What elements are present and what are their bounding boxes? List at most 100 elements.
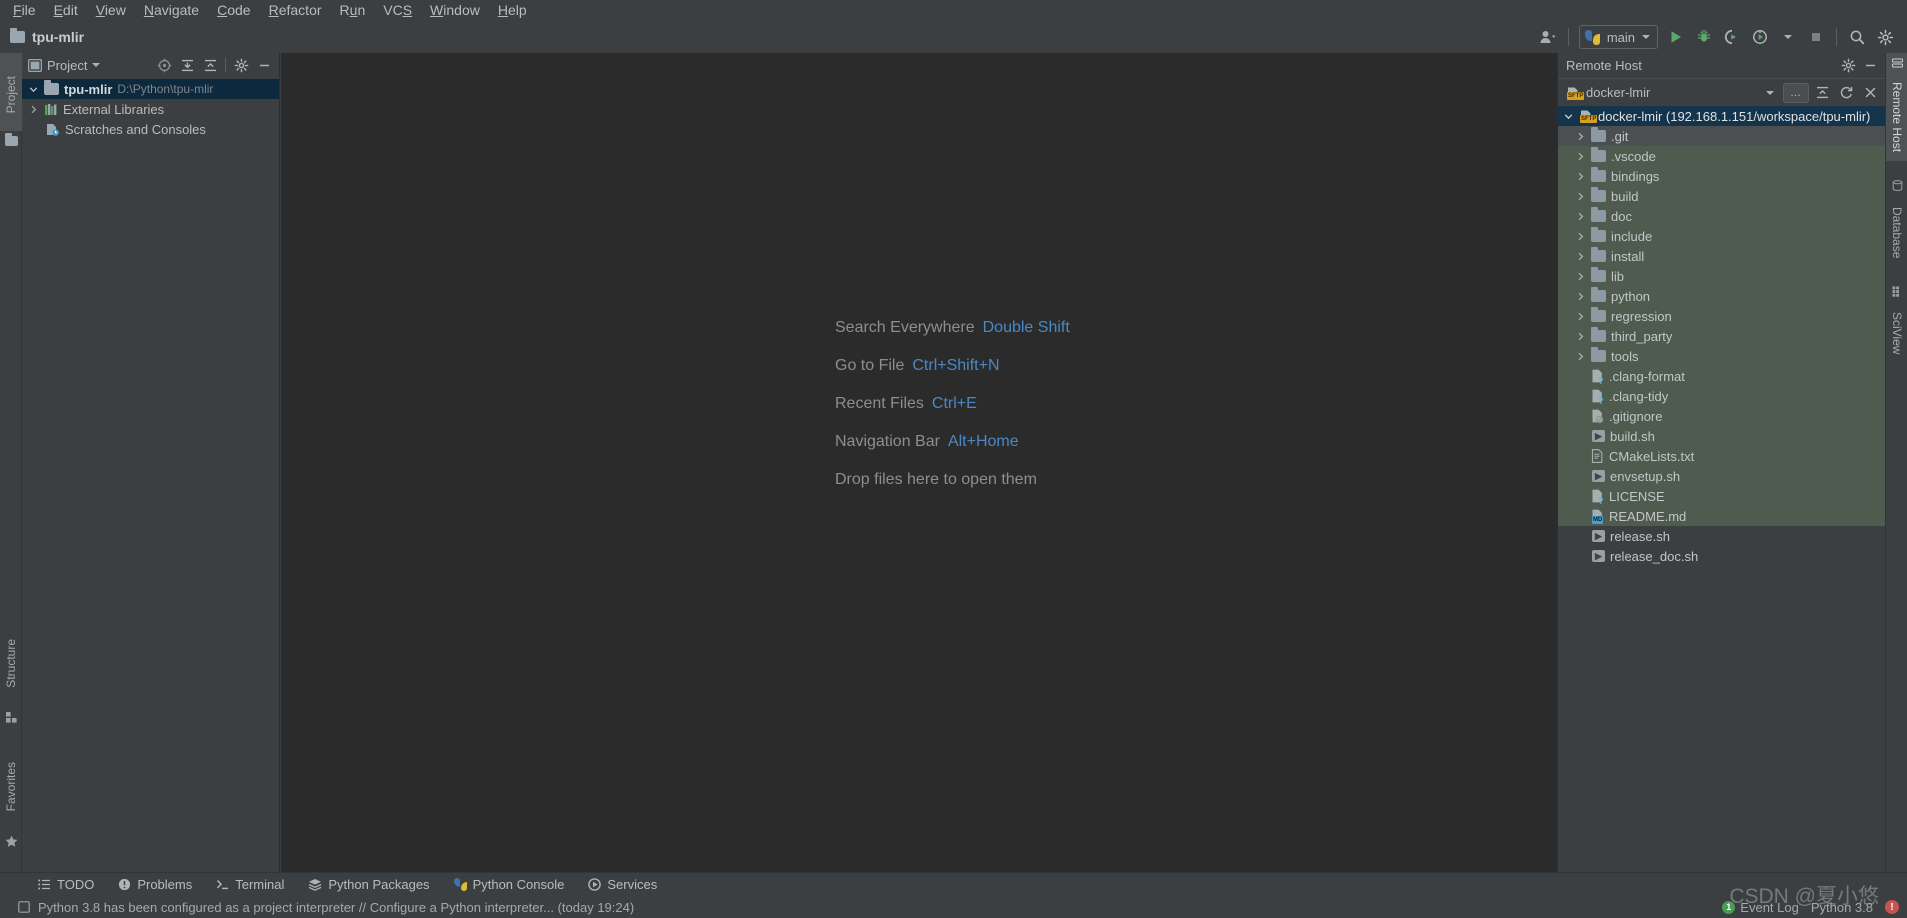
remote-tree-row[interactable]: third_party xyxy=(1558,326,1886,346)
menu-item-file[interactable]: FFileile xyxy=(4,0,45,21)
close-icon[interactable] xyxy=(1859,82,1881,104)
run-with-coverage-icon[interactable] xyxy=(1718,24,1746,50)
chevron-down-icon[interactable] xyxy=(1562,112,1574,121)
remote-tree-row[interactable]: install xyxy=(1558,246,1886,266)
chevron-right-icon[interactable] xyxy=(1574,192,1586,201)
remote-tree-label: bindings xyxy=(1611,168,1660,184)
remote-tree-row[interactable]: .git xyxy=(1558,126,1886,146)
remote-tree-row[interactable]: ▶ release.sh xyxy=(1558,526,1886,546)
collapse-all-icon[interactable] xyxy=(199,54,221,76)
chevron-down-icon[interactable] xyxy=(28,85,39,94)
tip-drop-files: Drop files here to open them xyxy=(835,471,1070,489)
chevron-right-icon[interactable] xyxy=(1574,232,1586,241)
chevron-right-icon[interactable] xyxy=(1574,252,1586,261)
remote-tree-row[interactable]: regression xyxy=(1558,306,1886,326)
bottom-button-todo[interactable]: TODO xyxy=(26,873,106,897)
remote-tree-row[interactable]: ? LICENSE xyxy=(1558,486,1886,506)
project-tree-row-tpu-mlir[interactable]: tpu-mlir D:\Python\tpu-mlir xyxy=(22,79,279,99)
select-opened-file-icon[interactable] xyxy=(153,54,175,76)
event-log-label[interactable]: Event Log xyxy=(1740,900,1799,915)
bottom-button-services[interactable]: Services xyxy=(576,873,669,897)
menu-item-vcs[interactable]: VCS xyxy=(374,0,421,21)
run-icon[interactable] xyxy=(1662,24,1690,50)
bottom-button-terminal[interactable]: Terminal xyxy=(204,873,296,897)
menu-item-help[interactable]: Help xyxy=(489,0,536,21)
remote-tree-row[interactable]: ▶ envsetup.sh xyxy=(1558,466,1886,486)
chevron-right-icon[interactable] xyxy=(1574,332,1586,341)
refresh-icon[interactable] xyxy=(1835,82,1857,104)
remote-tree-row[interactable]: python xyxy=(1558,286,1886,306)
more-options-button[interactable]: … xyxy=(1783,82,1809,103)
menu-item-view[interactable]: View xyxy=(87,0,135,21)
hide-icon[interactable] xyxy=(1859,55,1881,77)
profile-icon[interactable] xyxy=(1746,24,1774,50)
chevron-right-icon[interactable] xyxy=(1574,292,1586,301)
tip-action: Navigation Bar xyxy=(835,433,940,450)
remote-tree-row[interactable]: doc xyxy=(1558,206,1886,226)
debug-icon[interactable] xyxy=(1690,24,1718,50)
interpreter-label[interactable]: Python 3.8 xyxy=(1811,900,1873,915)
remote-tree-row[interactable]: ▶ build.sh xyxy=(1558,426,1886,446)
remote-tree-row[interactable]: bindings xyxy=(1558,166,1886,186)
remote-tree-row[interactable]: lib xyxy=(1558,266,1886,286)
gear-icon[interactable] xyxy=(230,54,252,76)
remote-tree-row[interactable]: .gitignore xyxy=(1558,406,1886,426)
remote-tree-row[interactable]: .vscode xyxy=(1558,146,1886,166)
chevron-right-icon[interactable] xyxy=(1574,172,1586,181)
gear-icon[interactable] xyxy=(1837,55,1859,77)
bottom-button-python-console[interactable]: Python Console xyxy=(442,873,577,897)
collapse-all-icon[interactable] xyxy=(1811,82,1833,104)
chevron-right-icon[interactable] xyxy=(28,105,39,114)
bottom-button-label: Problems xyxy=(137,877,193,892)
remote-tree-row[interactable]: ? .clang-tidy xyxy=(1558,386,1886,406)
menu-item-window[interactable]: Window xyxy=(421,0,489,21)
chevron-right-icon[interactable] xyxy=(1574,312,1586,321)
sidebar-item-remote-host[interactable] xyxy=(1886,53,1907,73)
chevron-right-icon[interactable] xyxy=(1574,212,1586,221)
remote-tree-root-row[interactable]: SFTP docker-lmir (192.168.1.151/workspace… xyxy=(1558,106,1886,126)
remote-tree-row[interactable]: tools xyxy=(1558,346,1886,366)
profile-dropdown-icon[interactable] xyxy=(1774,24,1802,50)
project-tree-row-external-libraries[interactable]: External Libraries xyxy=(22,99,279,119)
chevron-right-icon[interactable] xyxy=(1574,132,1586,141)
project-tree-row-scratches[interactable]: Scratches and Consoles xyxy=(22,119,279,139)
folder-icon xyxy=(1591,307,1606,322)
sidebar-item-database[interactable]: Database xyxy=(1886,195,1907,271)
sidebar-item-sciview[interactable]: SciView xyxy=(1886,301,1907,365)
status-message[interactable]: Python 3.8 has been configured as a proj… xyxy=(38,900,634,915)
expand-all-icon[interactable] xyxy=(176,54,198,76)
menu-item-navigate[interactable]: Navigate xyxy=(135,0,208,21)
chevron-down-icon[interactable] xyxy=(92,63,101,67)
remote-tree-row[interactable]: ? .clang-format xyxy=(1558,366,1886,386)
tip-shortcut: Double Shift xyxy=(982,319,1070,336)
remote-host-strip-label[interactable]: Remote Host xyxy=(1886,73,1907,161)
menu-item-edit[interactable]: Edit xyxy=(45,0,87,21)
sidebar-item-structure[interactable]: Structure xyxy=(0,618,22,708)
chevron-down-icon[interactable] xyxy=(1759,82,1781,104)
sidebar-item-favorites[interactable]: Favorites xyxy=(0,743,22,831)
sidebar-item-project[interactable]: Project xyxy=(0,53,22,131)
remote-tree-row[interactable]: CMakeLists.txt xyxy=(1558,446,1886,466)
remote-tree-row[interactable]: ▶ release_doc.sh xyxy=(1558,546,1886,566)
bottom-button-label: Python Packages xyxy=(328,877,430,892)
search-icon[interactable] xyxy=(1843,24,1871,50)
hide-icon[interactable] xyxy=(253,54,275,76)
stop-icon[interactable] xyxy=(1802,24,1830,50)
error-icon[interactable]: ! xyxy=(1885,900,1899,914)
chevron-right-icon[interactable] xyxy=(1574,152,1586,161)
chevron-right-icon[interactable] xyxy=(1574,352,1586,361)
menu-item-run[interactable]: Run xyxy=(331,0,375,21)
balloon-icon[interactable] xyxy=(18,901,30,913)
chevron-right-icon[interactable] xyxy=(1574,272,1586,281)
gear-icon[interactable] xyxy=(1871,24,1899,50)
remote-tree-row[interactable]: include xyxy=(1558,226,1886,246)
run-configuration-selector[interactable]: main xyxy=(1578,25,1658,49)
menu-item-refactor[interactable]: Refactor xyxy=(260,0,331,21)
remote-tree-row[interactable]: build xyxy=(1558,186,1886,206)
bottom-button-python-packages[interactable]: Python Packages xyxy=(296,873,441,897)
bottom-button-problems[interactable]: Problems xyxy=(106,873,204,897)
tip-shortcut: Ctrl+E xyxy=(931,395,977,412)
remote-tree-row[interactable]: MD README.md xyxy=(1558,506,1886,526)
user-avatar-icon[interactable] xyxy=(1534,24,1562,50)
menu-item-code[interactable]: Code xyxy=(208,0,259,21)
